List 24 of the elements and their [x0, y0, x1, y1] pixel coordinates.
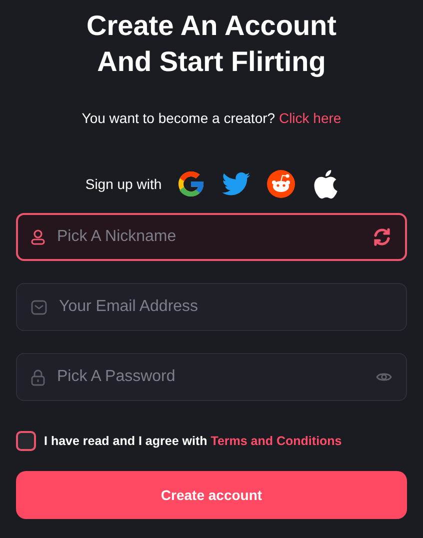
eye-icon[interactable]: [376, 371, 392, 383]
click-here-link[interactable]: Click here: [278, 110, 342, 126]
user-icon: [31, 229, 45, 245]
lock-icon: [31, 368, 45, 386]
email-input[interactable]: Your Email Address: [57, 284, 392, 330]
alien-icon[interactable]: [266, 169, 296, 199]
email-field[interactable]: Your Email Address: [16, 283, 407, 331]
nickname-input[interactable]: Pick A Nickname: [55, 215, 362, 259]
password-field[interactable]: Pick A Password: [16, 353, 407, 401]
terms-link[interactable]: Terms and Conditions: [210, 434, 342, 448]
agree-checkbox[interactable]: [16, 431, 36, 451]
create-account-button[interactable]: Create account: [16, 471, 407, 519]
nickname-field[interactable]: Pick A Nickname: [16, 213, 407, 261]
apple-icon[interactable]: [312, 169, 338, 199]
creator-prompt: You want to become a creator? Click here: [80, 109, 342, 128]
envelope-icon: [31, 300, 47, 314]
refresh-icon[interactable]: [372, 227, 392, 247]
g-logo-icon[interactable]: [176, 169, 206, 199]
bird-icon[interactable]: [222, 171, 250, 197]
password-input[interactable]: Pick A Password: [55, 354, 366, 400]
sign-up-label: Sign up with: [85, 174, 162, 194]
agreement-text: I have read and I agree with Terms and Conditions: [44, 432, 342, 450]
page-title: And Start Flirting: [96, 45, 327, 79]
page-title: Create An Account: [86, 9, 338, 43]
